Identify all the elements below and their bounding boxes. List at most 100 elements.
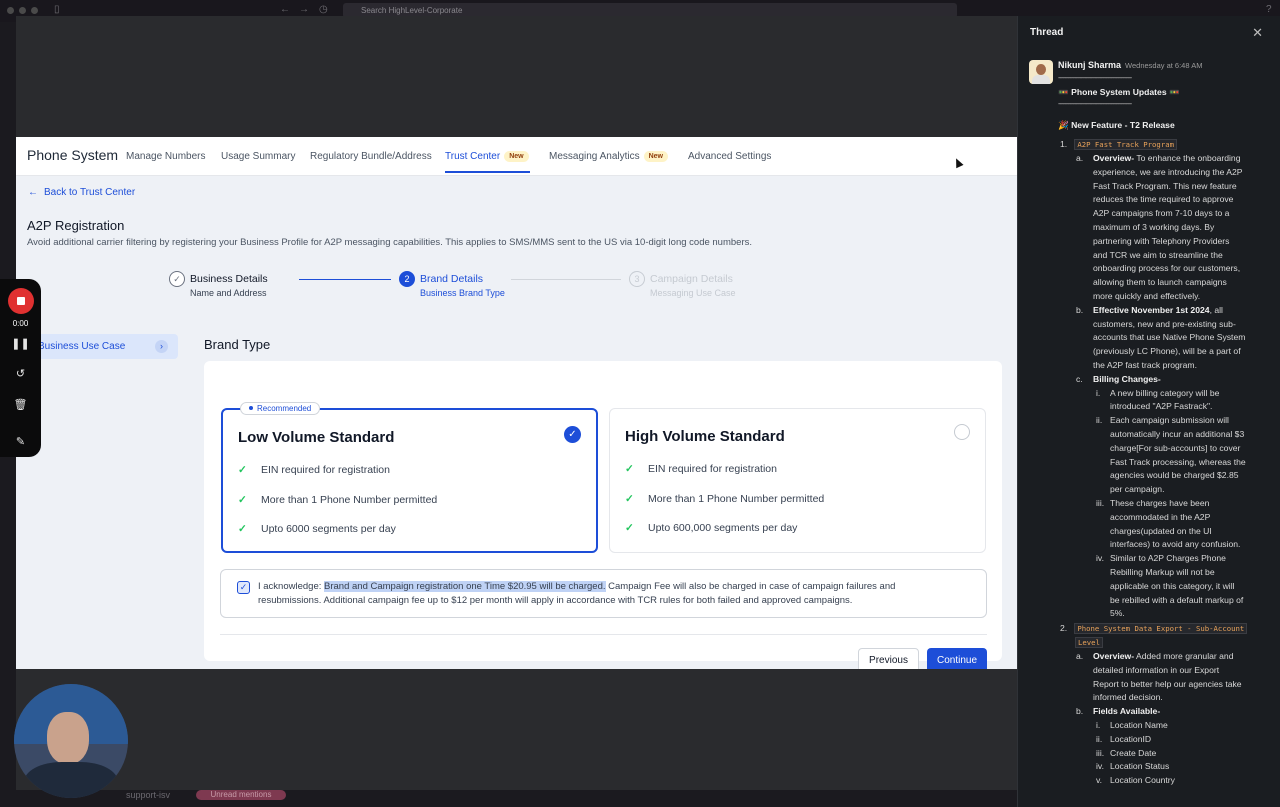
sidebar-toggle-icon[interactable]: ▯ — [54, 4, 60, 15]
line-text: (previously LC Phone), will be a part of — [1093, 346, 1241, 357]
unread-mentions-pill[interactable]: Unread mentions — [196, 790, 286, 800]
tab-messaging-analytics[interactable]: Messaging Analytics New — [549, 151, 669, 162]
line-text: charges(updated on the UI — [1110, 525, 1212, 536]
selected-check-icon: ✓ — [564, 426, 581, 443]
line-text: Similar to A2P Charges Phone — [1110, 553, 1226, 564]
line-text: informed decision. — [1093, 692, 1163, 703]
previous-button[interactable]: Previous — [858, 648, 919, 669]
line-text: the A2P fast track program. — [1093, 360, 1197, 370]
thread-panel: Thread ✕ Nikunj Sharma Wednesday at 6:48 … — [1017, 16, 1280, 807]
channel-strip: support-isv Unread mentions — [16, 790, 1017, 807]
step-sublabel: Business Brand Type — [420, 288, 505, 298]
line-text: Added more granular and — [1134, 651, 1234, 661]
thread-text-line: detailed information in our Export — [1093, 664, 1219, 678]
check-icon: ✓ — [238, 494, 247, 506]
tab-advanced-settings[interactable]: Advanced Settings — [688, 151, 771, 162]
message-author[interactable]: Nikunj Sharma Wednesday at 6:48 AM — [1058, 60, 1202, 70]
thread-text-line: agencies would be charged $2.85 — [1110, 469, 1239, 483]
page-subtitle: Avoid additional carrier filtering by re… — [27, 237, 753, 248]
new-badge: New — [504, 151, 529, 162]
step-label: Campaign Details — [650, 273, 733, 285]
thread-text-line: Effective November 1st 2024, all — [1093, 304, 1223, 318]
acknowledge-checkbox[interactable]: ✓ — [237, 581, 250, 594]
screen-recorder-toolbar: 0:00 ❚❚ ↺ 🗑 ✎ — [0, 279, 41, 457]
list-marker: ii. — [1096, 415, 1103, 426]
tab-trust-center[interactable]: Trust Center New — [445, 151, 529, 162]
continue-button[interactable]: Continue — [927, 648, 987, 669]
feature-item: ✓ Upto 6000 segments per day — [238, 523, 396, 535]
history-icon[interactable]: ◷ — [319, 4, 328, 15]
step-label: Brand Details — [420, 273, 484, 285]
thread-text-line: Overview- To enhance the onboarding — [1093, 152, 1241, 166]
thread-text-line: allowing them to launch campaigns — [1093, 276, 1227, 290]
step-sublabel: Messaging Use Case — [650, 288, 736, 298]
line-text: Fast Track Program. This new feature — [1093, 180, 1237, 191]
line-text: experience, we are introducing the A2P — [1093, 166, 1243, 177]
arrow-left-icon: ← — [28, 187, 38, 198]
thread-text-line: informed decision. — [1093, 691, 1163, 705]
close-icon[interactable]: ✕ — [1252, 25, 1263, 41]
check-icon: ✓ — [625, 522, 634, 534]
thread-header: Thread — [1030, 27, 1064, 38]
thread-text-line: reduces the time required to approve — [1093, 193, 1233, 207]
list-marker: c. — [1076, 373, 1083, 384]
option-title: Low Volume Standard — [238, 429, 395, 446]
option-title: High Volume Standard — [625, 428, 785, 445]
thread-text-line: per campaign. — [1110, 483, 1164, 497]
line-text: accounts that use Native Phone System — [1093, 332, 1246, 343]
list-item: 1. A2P Fast Track Program — [1060, 138, 1177, 152]
list-marker: iii. — [1096, 498, 1105, 508]
tab-manage-numbers[interactable]: Manage Numbers — [126, 151, 205, 162]
channel-name[interactable]: support-isv — [126, 790, 170, 800]
line-text: charge[For sub-accounts] to cover — [1110, 442, 1241, 453]
tab-regulatory-bundle[interactable]: Regulatory Bundle/Address — [310, 151, 432, 162]
pause-icon[interactable]: ❚❚ — [0, 337, 41, 350]
back-arrow-icon[interactable]: ← — [280, 4, 290, 15]
bold-label: Fields Available- — [1093, 706, 1161, 717]
line-text: automatically incur an additional $3 — [1110, 429, 1245, 439]
line-text: be rebilled with a default markup of — [1110, 594, 1244, 605]
option-high-volume-standard[interactable]: High Volume Standard ✓ EIN required for r… — [609, 408, 986, 553]
webcam-bubble[interactable] — [14, 684, 128, 798]
help-icon[interactable]: ? — [1266, 4, 1272, 15]
list-marker: i. — [1096, 387, 1101, 398]
line-text: customers, new and pre-existing sub- — [1093, 318, 1236, 329]
list-marker: iv. — [1096, 553, 1104, 564]
avatar[interactable] — [1029, 60, 1053, 84]
stop-recording-button[interactable] — [8, 288, 34, 314]
thread-text-line: charge[For sub-accounts] to cover — [1110, 442, 1240, 456]
option-low-volume-standard[interactable]: Recommended Low Volume Standard ✓ ✓ EIN r… — [221, 402, 598, 553]
brand-card: Recommended Low Volume Standard ✓ ✓ EIN r… — [204, 361, 1002, 669]
pencil-icon[interactable]: ✎ — [0, 435, 41, 448]
list-marker: i. — [1096, 720, 1101, 730]
back-to-trust-center-link[interactable]: ← Back to Trust Center — [28, 187, 135, 198]
side-tab-business-use-case[interactable]: Business Use Case › — [28, 334, 178, 359]
thread-text-line: accommodated in the A2P — [1110, 511, 1210, 525]
message-timestamp[interactable]: Wednesday at 6:48 AM — [1125, 61, 1202, 70]
active-tab-indicator — [445, 171, 530, 173]
list-marker: iv. — [1096, 761, 1104, 772]
thread-text-line: and TCR we aim to streamline the — [1093, 249, 1223, 263]
list-marker: b. — [1076, 706, 1084, 717]
thread-text-line: introduced "A2P Fastrack". — [1110, 400, 1212, 414]
list-marker: iii. — [1096, 747, 1105, 758]
forward-arrow-icon[interactable]: → — [299, 4, 309, 15]
radio-unselected-icon[interactable] — [954, 424, 970, 440]
line-text: interfaces) to avoid any confusion. — [1110, 539, 1241, 550]
thread-text-line: automatically incur an additional $3 — [1110, 428, 1244, 442]
restart-icon[interactable]: ↺ — [0, 367, 41, 380]
trash-icon[interactable]: 🗑 — [0, 398, 41, 411]
thread-text-line: Overview- Added more granular and — [1093, 650, 1233, 664]
feature-item: ✓ More than 1 Phone Number permitted — [625, 493, 825, 505]
thread-text-line: Billing Changes- — [1093, 373, 1161, 387]
thread-text-line: customers, new and pre-existing sub- — [1093, 318, 1236, 332]
line-text: applicable on this category, it will — [1110, 580, 1235, 591]
brand-type-heading: Brand Type — [204, 337, 271, 352]
tab-usage-summary[interactable]: Usage Summary — [221, 151, 295, 162]
list-marker: v. — [1096, 775, 1103, 786]
bold-label: Overview- — [1093, 651, 1135, 661]
thread-text-line: (previously LC Phone), will be a part of — [1093, 345, 1241, 359]
list-marker: ii. — [1096, 733, 1103, 744]
bold-label: Billing Changes- — [1093, 373, 1161, 384]
step-connector — [299, 279, 391, 280]
